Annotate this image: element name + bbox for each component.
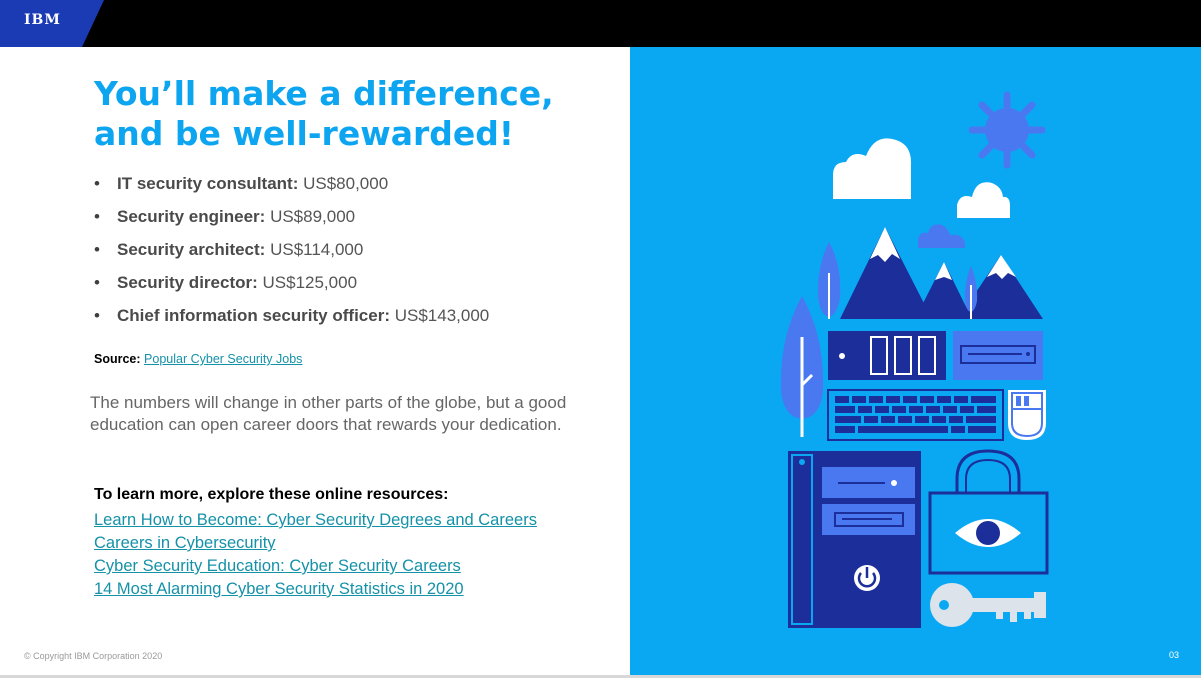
bullet-icon: • — [94, 174, 100, 193]
keyboard-icon — [827, 389, 1004, 441]
list-item: Careers in Cybersecurity — [94, 532, 537, 555]
job-role: Security architect: — [117, 240, 266, 259]
job-role: Security director: — [117, 273, 258, 292]
resource-link-statistics[interactable]: 14 Most Alarming Cyber Security Statisti… — [94, 580, 464, 598]
bullet-icon: • — [94, 306, 100, 325]
padlock-eye-icon — [928, 449, 1049, 575]
resource-link-become[interactable]: Learn How to Become: Cyber Security Degr… — [94, 511, 537, 529]
resource-link-education[interactable]: Cyber Security Education: Cyber Security… — [94, 557, 461, 575]
list-item: • Security architect: US$114,000 — [94, 239, 489, 272]
list-item: • Chief information security officer: US$… — [94, 305, 489, 338]
bullet-icon: • — [94, 207, 100, 226]
computer-tower-icon — [788, 451, 921, 628]
bullet-icon: • — [94, 240, 100, 259]
list-item: • Security director: US$125,000 — [94, 272, 489, 305]
resources-heading: To learn more, explore these online reso… — [94, 486, 449, 503]
resource-links: Learn How to Become: Cyber Security Degr… — [94, 509, 537, 601]
salary-list: • IT security consultant: US$80,000 • Secu… — [94, 173, 489, 338]
list-item: • IT security consultant: US$80,000 — [94, 173, 489, 206]
list-item: Cyber Security Education: Cyber Security… — [94, 555, 537, 578]
resource-link-careers[interactable]: Careers in Cybersecurity — [94, 534, 276, 552]
bullet-icon: • — [94, 273, 100, 292]
server-rack-icon — [828, 331, 1043, 380]
top-bar: IBM — [0, 0, 1201, 47]
job-role: Chief information security officer: — [117, 306, 390, 325]
copyright-notice: © Copyright IBM Corporation 2020 — [24, 651, 163, 661]
job-role: IT security consultant: — [117, 174, 299, 193]
source-link[interactable]: Popular Cyber Security Jobs — [144, 352, 302, 366]
list-item: 14 Most Alarming Cyber Security Statisti… — [94, 578, 537, 601]
illustration-panel: 03 — [630, 47, 1201, 676]
job-salary: US$80,000 — [303, 174, 389, 193]
list-item: Learn How to Become: Cyber Security Degr… — [94, 509, 537, 532]
sun-icon — [968, 91, 1046, 169]
job-role: Security engineer: — [117, 207, 266, 226]
source-line: Source: Popular Cyber Security Jobs — [94, 352, 302, 366]
source-label: Source: — [94, 352, 141, 366]
content-panel: You’ll make a difference, and be well-re… — [0, 47, 630, 676]
list-item: • Security engineer: US$89,000 — [94, 206, 489, 239]
job-salary: US$143,000 — [394, 306, 490, 325]
page-number: 03 — [1168, 650, 1179, 660]
body-paragraph: The numbers will change in other parts o… — [90, 393, 567, 434]
mouse-icon — [1008, 390, 1046, 440]
job-salary: US$125,000 — [262, 273, 358, 292]
slide-title: You’ll make a difference, and be well-re… — [94, 74, 554, 153]
small-cloud-icon — [918, 224, 965, 248]
job-salary: US$114,000 — [270, 240, 364, 259]
cybersecurity-illustration — [780, 91, 1049, 628]
job-salary: US$89,000 — [270, 207, 356, 226]
ibm-logo[interactable]: IBM — [24, 12, 61, 28]
